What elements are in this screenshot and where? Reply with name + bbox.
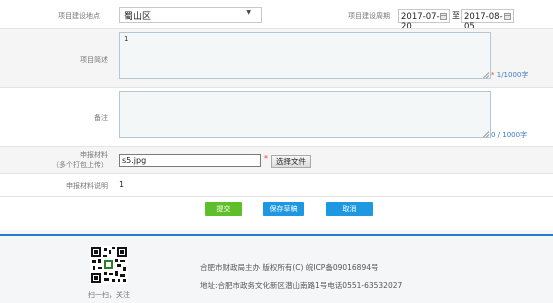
material-desc-value: 1	[119, 180, 125, 189]
summary-counter-text: 1/1000字	[496, 71, 529, 79]
chevron-down-icon: ▼	[246, 9, 251, 16]
location-select[interactable]: 蜀山区 ▼	[119, 7, 262, 23]
divider	[0, 196, 553, 197]
location-select-value: 蜀山区	[124, 12, 152, 22]
qr-code-icon	[90, 246, 128, 284]
summary-value: 1	[124, 35, 129, 43]
save-draft-button[interactable]: 保存草稿	[263, 202, 304, 216]
form-area: 项目建设地点 蜀山区 ▼ 项目建设周期 2017-07-20 至 2017-08…	[0, 0, 553, 224]
material-label: 申报材料 （多个打包上传）	[20, 150, 108, 170]
material-desc-label: 申报材料说明	[66, 182, 108, 190]
remark-label: 备注	[94, 114, 108, 122]
footer-address: 地址:合肥市政务文化新区潜山南路1号电话0551-63532027	[200, 281, 403, 290]
period-label: 项目建设周期	[348, 12, 390, 20]
choose-file-button[interactable]: 选择文件	[271, 155, 311, 168]
location-label: 项目建设地点	[58, 12, 100, 20]
submit-button[interactable]: 提交	[205, 202, 242, 216]
resize-grip-icon[interactable]	[483, 130, 489, 136]
qr-caption: 扫一扫，关注	[88, 291, 130, 299]
summary-label: 项目简述	[80, 56, 108, 64]
resize-grip-icon[interactable]	[483, 71, 489, 77]
material-label-line2: （多个打包上传）	[52, 161, 108, 169]
summary-counter: * 1/1000字	[491, 70, 528, 80]
period-separator: 至	[452, 11, 460, 20]
summary-textarea[interactable]: 1	[119, 32, 491, 79]
remark-textarea[interactable]	[119, 91, 491, 138]
footer-divider	[0, 234, 553, 236]
required-mark: *	[264, 154, 268, 163]
remark-counter: 0 / 1000字	[491, 131, 528, 139]
file-path-input[interactable]: s5.jpg	[119, 154, 261, 167]
period-start-date[interactable]: 2017-07-20	[398, 9, 450, 32]
period-end-date[interactable]: 2017-08-05	[461, 9, 514, 32]
calendar-icon[interactable]	[504, 13, 511, 20]
material-label-line1: 申报材料	[80, 151, 108, 159]
cancel-button[interactable]: 取消	[326, 202, 373, 216]
required-mark: *	[491, 71, 495, 79]
footer-copyright: 合肥市财政局主办 版权所有(C) 皖ICP备09016894号	[200, 263, 379, 272]
file-path-value: s5.jpg	[122, 156, 147, 165]
calendar-icon[interactable]	[440, 13, 447, 20]
